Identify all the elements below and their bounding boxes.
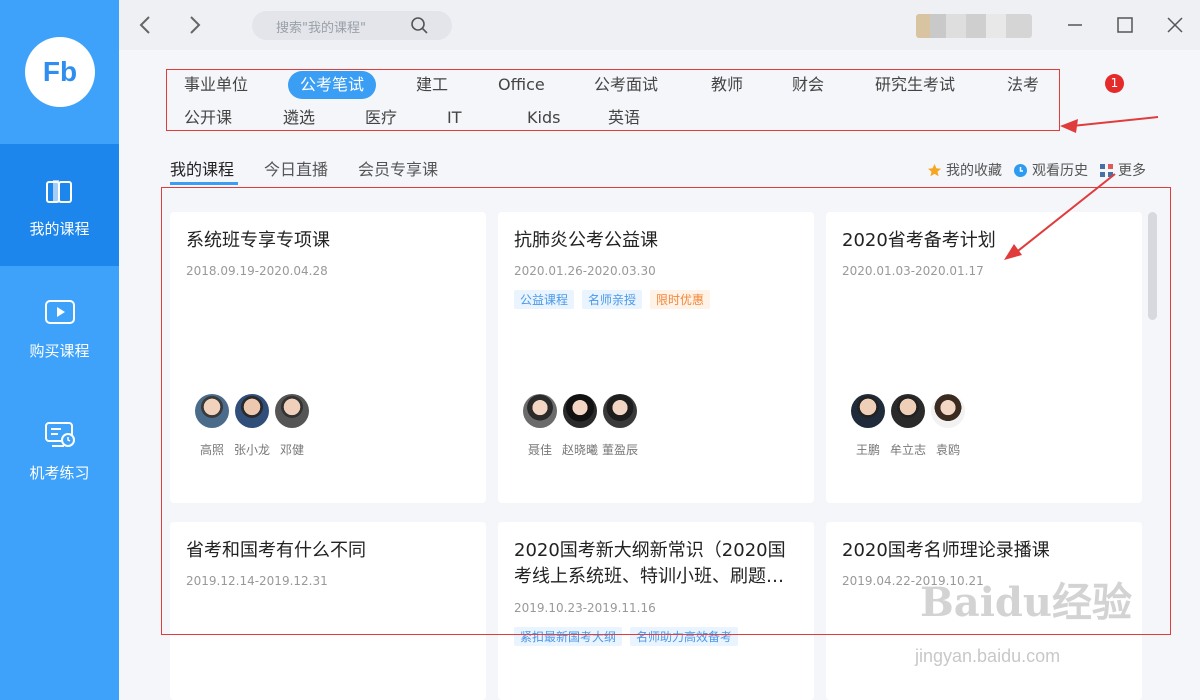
maximize-icon[interactable] [1114, 14, 1136, 36]
course-dates: 2019.10.23-2019.11.16 [514, 601, 656, 615]
course-tag: 公益课程 [514, 290, 575, 309]
teacher: 高照 [190, 394, 234, 458]
title-bar: 搜索"我的课程" [119, 0, 1200, 50]
course-dates: 2018.09.19-2020.04.28 [186, 264, 328, 278]
book-icon [46, 180, 72, 203]
search-placeholder: 搜索"我的课程" [276, 21, 366, 36]
user-avatar-blurred[interactable] [916, 14, 1032, 38]
course-dates: 2020.01.26-2020.03.30 [514, 264, 656, 278]
sidebar-item-label: 我的课程 [29, 220, 90, 238]
category-item[interactable]: 英语 [608, 104, 640, 132]
teacher: 张小龙 [230, 394, 274, 458]
course-tag: 限时优惠 [650, 290, 711, 309]
teacher-name: 张小龙 [233, 443, 270, 457]
course-dates: 2019.12.14-2019.12.31 [186, 574, 328, 588]
sidebar-item-label: 购买课程 [29, 342, 90, 360]
course-title: 省考和国考有什么不同 [186, 540, 366, 561]
watermark-brand: Baidu经验 [920, 579, 1132, 626]
teacher-avatar [523, 394, 557, 428]
forward-arrow-icon[interactable] [182, 13, 206, 37]
course-card[interactable]: 省考和国考有什么不同 2019.12.14-2019.12.31 [170, 522, 486, 700]
teacher-avatar [563, 394, 597, 428]
teacher-avatar [275, 394, 309, 428]
teacher-avatar [891, 394, 925, 428]
course-tag: 名师亲授 [582, 290, 643, 309]
favorites-label: 我的收藏 [946, 163, 1002, 179]
sidebar-item-label: 机考练习 [29, 464, 90, 482]
teacher: 袁鸥 [926, 394, 970, 458]
teacher-avatar [931, 394, 965, 428]
teacher-name: 聂佳 [527, 443, 552, 457]
teacher-name: 赵晓曦 [561, 443, 598, 457]
tab-member-courses[interactable]: 会员专享课 [358, 156, 438, 180]
watermark-url: jingyan.baidu.com [915, 646, 1061, 666]
play-video-icon [45, 300, 75, 324]
teacher-name: 高照 [199, 443, 224, 457]
course-tags: 公益课程 名师亲授 限时优惠 [514, 289, 718, 309]
course-card[interactable]: 抗肺炎公考公益课 2020.01.26-2020.03.30 公益课程 名师亲授限… [498, 212, 814, 503]
notification-badge: 1 [1105, 74, 1124, 93]
computer-clock-icon [45, 422, 75, 447]
category-item-selected[interactable]: 公考笔试 [288, 71, 377, 99]
course-title: 2020国考新大纲新常识（2020国考线上系统班、特训小班、刷题… [514, 540, 786, 587]
tab-active-underline [170, 182, 238, 185]
category-item[interactable]: 公开课 [184, 104, 232, 132]
teacher-avatar [603, 394, 637, 428]
course-tags: 紧扣最新国考大纲 名师助力高效备考 [514, 626, 746, 646]
category-item[interactable]: 医疗 [365, 104, 397, 132]
teacher: 邓健 [270, 394, 314, 458]
app-logo: Fb [25, 37, 95, 107]
sidebar-item-buy-courses[interactable]: 购买课程 [0, 266, 119, 388]
teacher-avatar [851, 394, 885, 428]
teacher-name: 袁鸥 [935, 443, 960, 457]
teacher-name: 邓健 [279, 443, 304, 457]
category-item[interactable]: Kids [527, 104, 560, 132]
star-icon [928, 164, 941, 177]
sidebar-item-my-courses[interactable]: 我的课程 [0, 144, 119, 266]
course-card[interactable]: 系统班专享专项课 2018.09.19-2020.04.28 高照 张小龙 邓健 [170, 212, 486, 503]
teacher: 董盈辰 [598, 394, 642, 458]
teacher-avatar [235, 394, 269, 428]
teacher: 王鹏 [846, 394, 890, 458]
search-icon[interactable] [410, 16, 428, 34]
search-input[interactable]: 搜索"我的课程" [252, 11, 452, 40]
logo-text: Fb [42, 56, 78, 87]
sidebar: Fb 我的课程 购买课程 机考练习 [0, 0, 119, 700]
teacher-avatar [195, 394, 229, 428]
minimize-icon[interactable] [1064, 14, 1086, 36]
category-item[interactable]: 教师 [711, 71, 743, 99]
teacher: 赵晓曦 [558, 394, 602, 458]
teacher-name: 王鹏 [855, 443, 880, 457]
teacher-name: 牟立志 [889, 443, 926, 457]
tab-my-courses[interactable]: 我的课程 [170, 156, 234, 180]
course-title: 系统班专享专项课 [186, 230, 330, 251]
watermark-logo: Baidu经验 [920, 570, 1132, 628]
favorites-link[interactable]: 我的收藏 [927, 160, 1002, 180]
course-tag: 紧扣最新国考大纲 [514, 627, 623, 646]
back-arrow-icon[interactable] [134, 13, 158, 37]
category-item[interactable]: IT [447, 104, 462, 132]
category-item[interactable]: 遴选 [283, 104, 315, 132]
close-icon[interactable] [1164, 14, 1186, 36]
teacher: 聂佳 [518, 394, 562, 458]
category-item[interactable]: 法考 [1007, 71, 1039, 99]
category-item[interactable]: 事业单位 [184, 71, 248, 99]
teacher-name: 董盈辰 [601, 443, 638, 457]
category-item[interactable]: 财会 [792, 71, 824, 99]
course-dates: 2020.01.03-2020.01.17 [842, 264, 984, 278]
course-title: 抗肺炎公考公益课 [514, 230, 658, 251]
tab-live-today[interactable]: 今日直播 [264, 156, 328, 180]
annotation-arrows [1004, 116, 1159, 260]
category-item[interactable]: 研究生考试 [875, 71, 955, 99]
course-title: 2020国考名师理论录播课 [842, 540, 1050, 561]
sidebar-item-exam-practice[interactable]: 机考练习 [0, 388, 119, 510]
category-item[interactable]: Office [498, 71, 545, 99]
category-item[interactable]: 建工 [416, 71, 448, 99]
category-item[interactable]: 公考面试 [594, 71, 658, 99]
course-card[interactable]: 2020国考新大纲新常识（2020国考线上系统班、特训小班、刷题… 2019.1… [498, 522, 814, 700]
teacher: 牟立志 [886, 394, 930, 458]
course-tag: 名师助力高效备考 [630, 627, 739, 646]
